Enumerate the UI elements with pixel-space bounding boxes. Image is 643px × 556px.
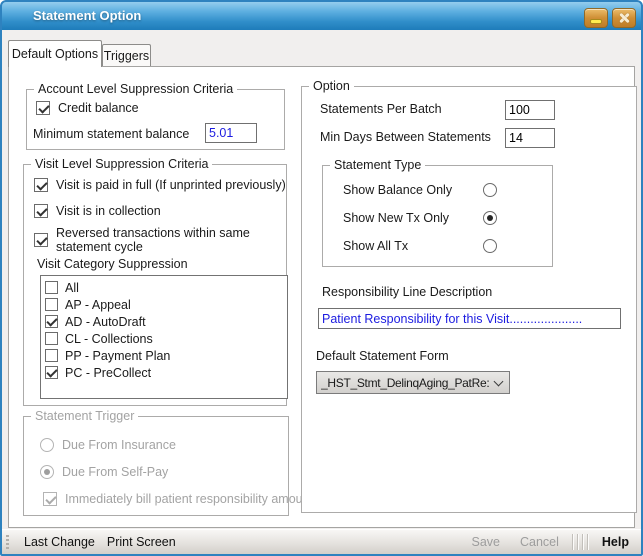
checkbox[interactable] [45,332,58,345]
group-title: Statement Type [330,158,425,172]
show-all-tx-label: Show All Tx [343,239,408,253]
due-from-selfpay-row: Due From Self-Pay [40,465,168,479]
min-days-input[interactable] [505,128,555,148]
visit-level-suppression-group: Visit Level Suppression Criteria Visit i… [23,164,287,406]
checkbox[interactable] [45,298,58,311]
due-from-selfpay-radio [40,465,54,479]
list-item-all[interactable]: All [45,279,287,296]
visit-collection-checkbox[interactable] [34,204,48,218]
responsibility-label-row: Responsibility Line Description [322,285,492,299]
toolbar-grip[interactable] [6,535,9,549]
due-from-insurance-row: Due From Insurance [40,438,176,452]
show-new-tx-radio[interactable] [483,211,497,225]
close-icon [617,11,631,25]
statement-form-label-row: Default Statement Form [316,349,449,363]
list-item-label: CL - Collections [65,332,153,346]
list-item-label: PP - Payment Plan [65,349,170,363]
account-level-suppression-group: Account Level Suppression Criteria Credi… [26,89,285,150]
checkbox[interactable] [45,349,58,362]
default-options-page: Account Level Suppression Criteria Credi… [8,66,635,528]
visit-collection-row: Visit is in collection [34,204,161,218]
visit-category-label: Visit Category Suppression [37,257,188,271]
credit-balance-label: Credit balance [58,101,139,115]
statements-per-batch-row: Statements Per Batch [320,102,442,116]
visit-paid-row: Visit is paid in full (If unprinted prev… [34,178,286,192]
option-group: Option Statements Per Batch Min Days Bet… [301,86,637,513]
minimum-balance-row: Minimum statement balance [33,127,189,141]
list-item-pp-payment-plan[interactable]: PP - Payment Plan [45,347,287,364]
window-title: Statement Option [33,1,141,31]
group-title: Option [309,79,354,93]
statements-per-batch-label: Statements Per Batch [320,102,442,116]
toolbar-separator [572,534,589,550]
list-item-pc-precollect[interactable]: PC - PreCollect [45,364,287,381]
immediately-bill-row: Immediately bill patient responsibility … [43,492,313,506]
list-item-label: AP - Appeal [65,298,131,312]
list-item-label: AD - AutoDraft [65,315,146,329]
show-balance-only-radio[interactable] [483,183,497,197]
credit-balance-row: Credit balance [36,101,139,115]
min-days-row: Min Days Between Statements [320,130,491,144]
statement-option-dialog: Statement Option Default Options Trigger… [0,0,643,556]
tab-label: Default Options [12,47,98,61]
last-change-button[interactable]: Last Change [18,535,101,549]
visit-collection-label: Visit is in collection [56,204,161,218]
titlebar: Statement Option [0,0,643,30]
statement-form-dropdown[interactable]: _HST_Stmt_DelinqAging_PatRe: [316,371,510,394]
immediately-bill-checkbox [43,492,57,506]
checkbox[interactable] [45,315,58,328]
show-new-tx-label: Show New Tx Only [343,211,449,225]
due-from-insurance-radio [40,438,54,452]
statements-per-batch-input[interactable] [505,100,555,120]
due-from-insurance-label: Due From Insurance [62,438,176,452]
list-item-label: All [65,281,79,295]
minimum-balance-label: Minimum statement balance [33,127,189,141]
visit-category-listbox[interactable]: All AP - Appeal AD - AutoDraft CL - Coll… [40,275,288,399]
checkbox[interactable] [45,281,58,294]
footer-toolbar: Last Change Print Screen Save Cancel Hel… [2,529,641,554]
help-button[interactable]: Help [596,535,635,549]
list-item-ap-appeal[interactable]: AP - Appeal [45,296,287,313]
print-screen-button[interactable]: Print Screen [101,535,182,549]
responsibility-input[interactable] [318,308,621,329]
visit-paid-checkbox[interactable] [34,178,48,192]
show-new-tx-row: Show New Tx Only [343,211,449,225]
visit-paid-label: Visit is paid in full (If unprinted prev… [56,178,286,192]
statement-type-group: Statement Type Show Balance Only Show Ne… [322,165,553,267]
show-all-tx-radio[interactable] [483,239,497,253]
minimum-balance-input[interactable] [205,123,257,143]
list-item-label: PC - PreCollect [65,366,151,380]
group-title: Statement Trigger [31,409,138,423]
statement-form-value: _HST_Stmt_DelinqAging_PatRe: [321,376,491,390]
responsibility-label: Responsibility Line Description [322,285,492,299]
group-title: Account Level Suppression Criteria [34,82,237,96]
statement-form-label: Default Statement Form [316,349,449,363]
statement-trigger-group: Statement Trigger Due From Insurance Due… [23,416,289,516]
tab-label: Triggers [104,49,149,63]
checkbox[interactable] [45,366,58,379]
credit-balance-checkbox[interactable] [36,101,50,115]
tab-default-options[interactable]: Default Options [8,40,102,67]
close-button[interactable] [612,8,636,28]
min-days-label: Min Days Between Statements [320,130,491,144]
list-item-cl-collections[interactable]: CL - Collections [45,330,287,347]
window-controls [584,8,636,28]
chevron-down-icon [494,376,504,386]
tab-triggers[interactable]: Triggers [102,44,151,67]
reversed-tx-label: Reversed transactions within same statem… [56,226,268,254]
list-item-ad-autodraft[interactable]: AD - AutoDraft [45,313,287,330]
minimize-icon [590,19,602,24]
cancel-button: Cancel [514,535,565,549]
visit-category-label-row: Visit Category Suppression [37,257,188,271]
immediately-bill-label: Immediately bill patient responsibility … [65,492,313,506]
reversed-tx-checkbox[interactable] [34,233,48,247]
minimize-button[interactable] [584,8,608,28]
due-from-selfpay-label: Due From Self-Pay [62,465,168,479]
reversed-tx-row: Reversed transactions within same statem… [34,226,270,254]
group-title: Visit Level Suppression Criteria [31,157,212,171]
show-balance-only-label: Show Balance Only [343,183,452,197]
save-button: Save [465,535,506,549]
show-all-tx-row: Show All Tx [343,239,408,253]
show-balance-only-row: Show Balance Only [343,183,452,197]
